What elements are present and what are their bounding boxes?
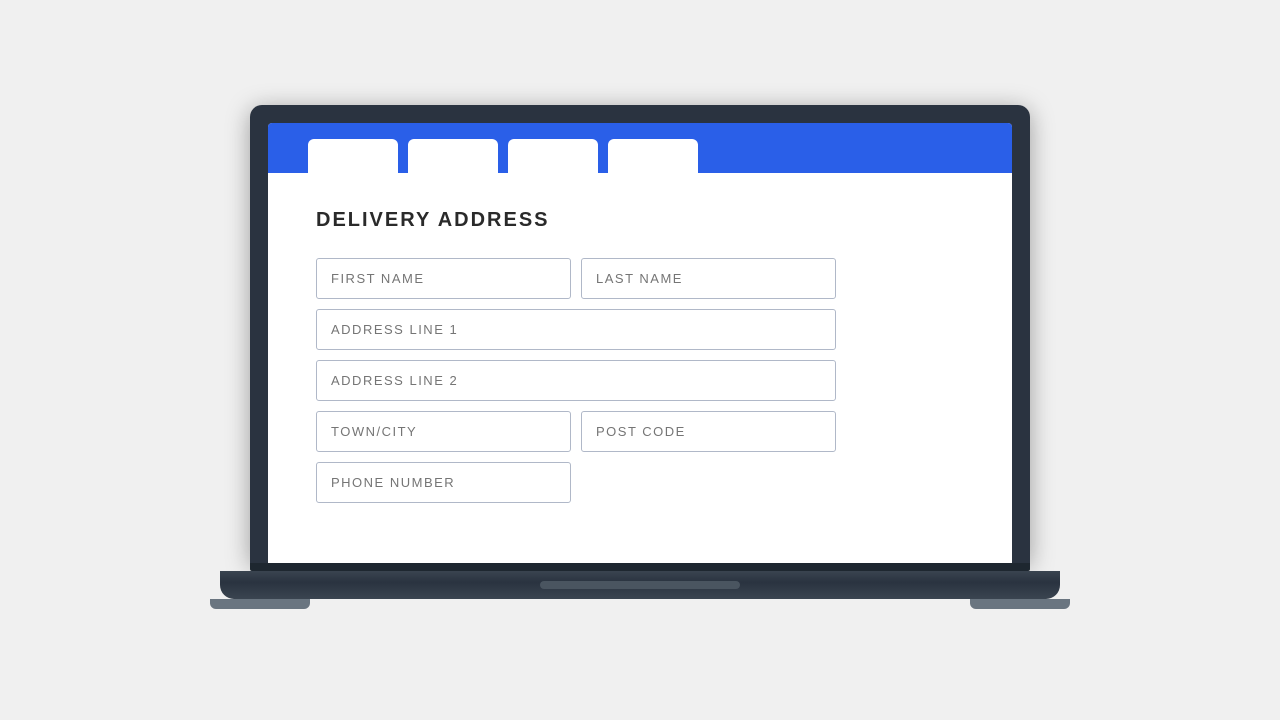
laptop: DELIVERY ADDRESS xyxy=(220,105,1060,615)
page-title: DELIVERY ADDRESS xyxy=(316,209,964,232)
laptop-hinge xyxy=(250,563,1030,571)
name-row xyxy=(316,258,836,299)
laptop-feet xyxy=(190,599,1090,615)
browser-bar xyxy=(268,123,1012,173)
address-line-2-row xyxy=(316,360,836,401)
screen-bezel: DELIVERY ADDRESS xyxy=(250,105,1030,563)
browser-tab-2[interactable] xyxy=(408,139,498,173)
browser-tab-1[interactable] xyxy=(308,139,398,173)
address-line-1-input[interactable] xyxy=(316,309,836,350)
screen-area: DELIVERY ADDRESS xyxy=(268,123,1012,563)
first-name-input[interactable] xyxy=(316,258,571,299)
laptop-foot-left xyxy=(210,599,310,609)
address-line-1-row xyxy=(316,309,836,350)
laptop-base xyxy=(220,571,1060,599)
phone-number-input[interactable] xyxy=(316,462,571,503)
delivery-address-form xyxy=(316,258,836,503)
address-line-2-input[interactable] xyxy=(316,360,836,401)
town-postcode-row xyxy=(316,411,836,452)
phone-row xyxy=(316,462,836,503)
laptop-foot-right xyxy=(970,599,1070,609)
browser-tab-3[interactable] xyxy=(508,139,598,173)
browser-tab-4[interactable] xyxy=(608,139,698,173)
page-content: DELIVERY ADDRESS xyxy=(268,173,1012,563)
scene: DELIVERY ADDRESS xyxy=(0,0,1280,720)
town-city-input[interactable] xyxy=(316,411,571,452)
post-code-input[interactable] xyxy=(581,411,836,452)
last-name-input[interactable] xyxy=(581,258,836,299)
